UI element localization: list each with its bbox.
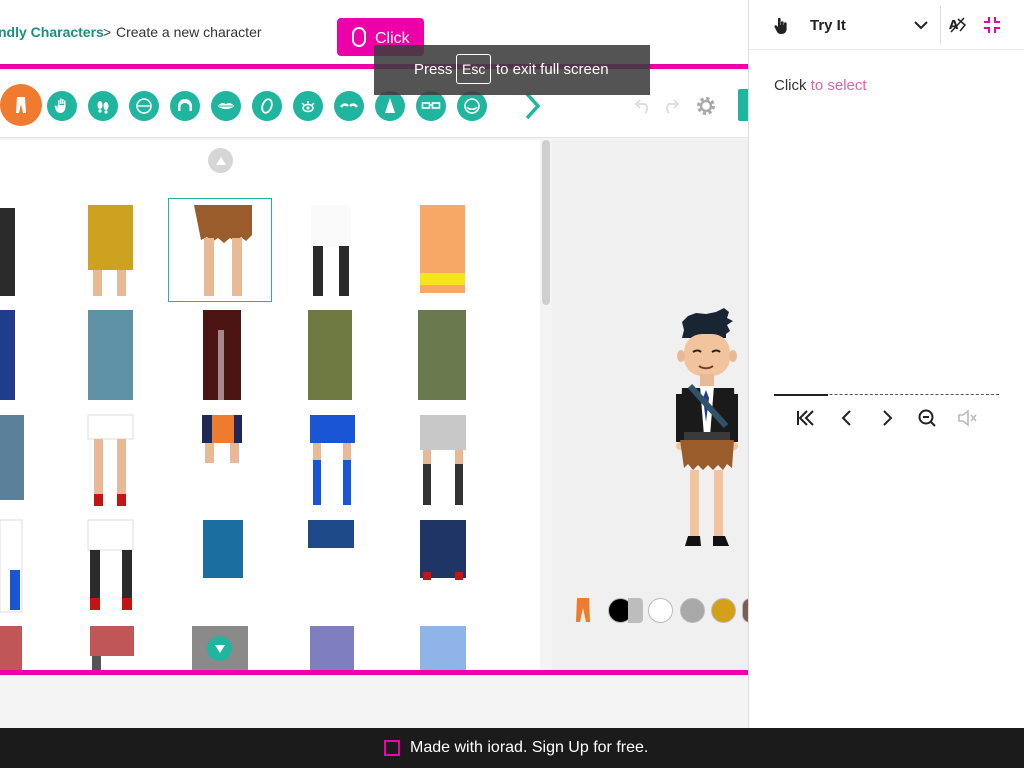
pants-option[interactable] <box>420 520 466 580</box>
undo-icon[interactable] <box>634 95 654 115</box>
tooltip-pre: Press <box>414 61 453 78</box>
exit-fullscreen-icon[interactable] <box>983 16 1001 34</box>
pants-option[interactable] <box>308 520 354 612</box>
app-stage: ndly Characters > Create a new character <box>0 0 748 728</box>
eyebrows-icon[interactable] <box>334 91 364 121</box>
progress-fill <box>774 394 828 396</box>
panel-header: Try It A <box>749 0 1024 50</box>
fullscreen-tooltip: Press Esc to exit full screen <box>374 45 650 95</box>
tutorial-panel: Try It A Click to select <box>748 0 1024 728</box>
breadcrumb-current: Create a new character <box>116 24 262 40</box>
breadcrumb-link[interactable]: ndly Characters <box>0 24 104 40</box>
character-figure <box>676 308 738 546</box>
breadcrumb-separator: > <box>103 24 112 40</box>
pants-option[interactable] <box>87 414 134 506</box>
grid-scrollbar[interactable] <box>542 140 550 305</box>
pants-option[interactable] <box>88 205 133 296</box>
feet-icon[interactable] <box>88 91 118 121</box>
hair-icon[interactable] <box>170 91 200 121</box>
nose-icon[interactable] <box>375 91 405 121</box>
pants-option[interactable] <box>202 415 242 505</box>
hand-icon[interactable] <box>47 91 77 121</box>
color-dropdown-icon[interactable] <box>628 598 643 623</box>
pants-option[interactable] <box>0 310 15 400</box>
pants-option[interactable] <box>0 208 15 296</box>
esc-key: Esc <box>456 54 492 84</box>
instruction-text: Click to select <box>774 77 867 94</box>
instruction-target[interactable]: to select <box>811 77 867 94</box>
pants-option[interactable] <box>310 626 354 670</box>
pants-option[interactable] <box>203 310 241 400</box>
color-swatch-gold[interactable] <box>711 598 736 623</box>
redo-icon[interactable] <box>660 95 680 115</box>
pants-option[interactable] <box>420 205 465 293</box>
pants-color-icon <box>576 598 590 622</box>
scroll-down-icon[interactable] <box>207 636 232 661</box>
previous-step-icon[interactable] <box>835 406 859 430</box>
iorad-logo-icon <box>384 740 400 756</box>
pants-option[interactable] <box>310 415 355 505</box>
save-button-edge[interactable] <box>738 89 748 121</box>
pants-option[interactable] <box>87 519 134 610</box>
pants-grid <box>0 140 540 670</box>
mode-title[interactable]: Try It <box>810 17 846 34</box>
pants-option[interactable] <box>0 519 23 613</box>
glasses-icon[interactable] <box>416 91 446 121</box>
selected-pants-highlight[interactable] <box>168 198 272 302</box>
iorad-footer[interactable]: Made with iorad. Sign Up for free. <box>0 728 1024 768</box>
mouse-icon <box>352 27 366 47</box>
pants-option[interactable] <box>420 415 466 505</box>
eyes-icon[interactable] <box>293 91 323 121</box>
pants-option[interactable] <box>0 415 24 500</box>
pants-option[interactable] <box>203 520 243 578</box>
pants-option[interactable] <box>308 310 352 400</box>
highlight-bottom-border <box>0 670 748 675</box>
tooltip-post: to exit full screen <box>496 61 609 78</box>
scroll-up-icon[interactable] <box>208 148 233 173</box>
pants-option[interactable] <box>418 310 466 400</box>
zoom-out-icon[interactable] <box>915 406 939 430</box>
color-swatch-white[interactable] <box>648 598 673 623</box>
pants-option[interactable] <box>90 626 134 670</box>
instruction-verb: Click <box>774 77 807 94</box>
gear-icon[interactable] <box>694 94 718 118</box>
color-swatch-gray[interactable] <box>680 598 705 623</box>
pointer-hand-icon <box>774 17 787 34</box>
ear-icon[interactable] <box>252 91 282 121</box>
face-icon[interactable] <box>129 91 159 121</box>
pants-option[interactable] <box>0 626 22 670</box>
next-step-icon[interactable] <box>875 406 899 430</box>
translate-off-icon[interactable]: A <box>948 16 966 34</box>
pants-option[interactable] <box>88 310 133 400</box>
beard-icon[interactable] <box>457 91 487 121</box>
pants-option[interactable] <box>311 205 351 296</box>
header-divider <box>940 6 941 44</box>
first-step-icon[interactable] <box>794 406 818 430</box>
chevron-down-icon[interactable] <box>914 20 928 30</box>
pants-icon[interactable] <box>0 84 42 126</box>
pants-option[interactable] <box>420 626 466 670</box>
signup-link[interactable]: Made with iorad. Sign Up for free. <box>410 739 648 757</box>
mute-icon[interactable] <box>955 406 979 430</box>
character-preview <box>552 140 748 670</box>
mouth-icon[interactable] <box>211 91 241 121</box>
